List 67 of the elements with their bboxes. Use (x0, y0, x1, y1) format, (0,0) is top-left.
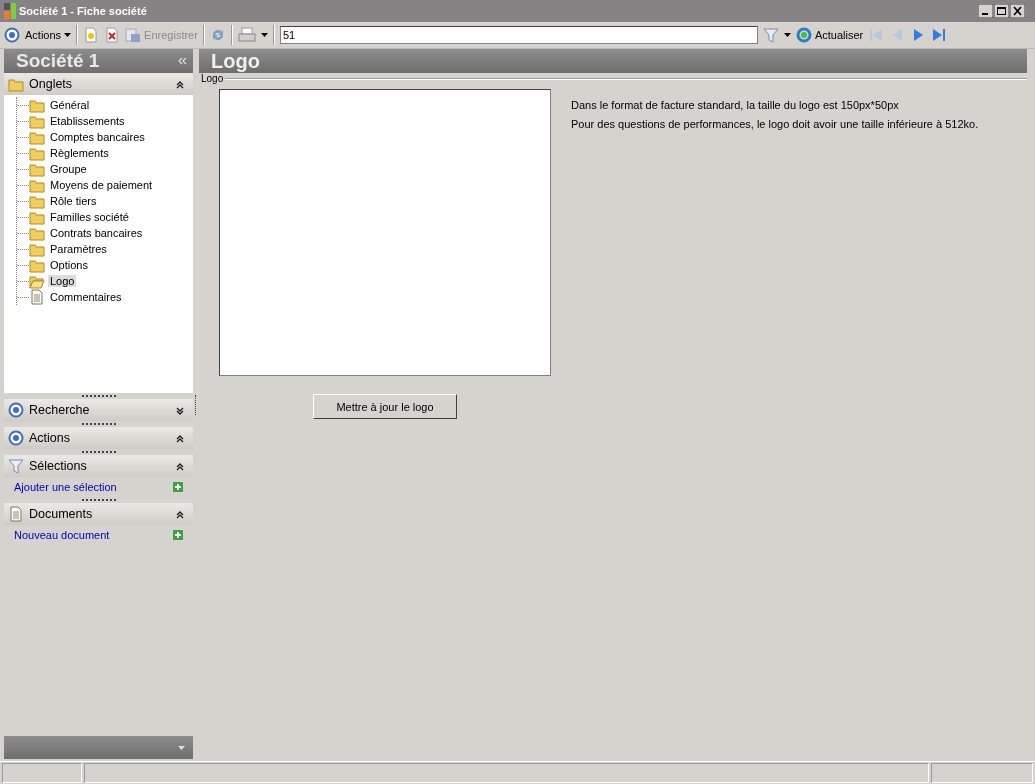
folder-icon (29, 177, 45, 193)
section-title: Recherche (29, 403, 91, 417)
tree-item[interactable]: Options (48, 259, 90, 271)
radio-icon (8, 430, 24, 446)
folder-icon (29, 225, 45, 241)
tree-item[interactable]: Moyens de paiement (48, 179, 155, 191)
add-icon[interactable] (173, 482, 183, 492)
tree-item[interactable]: Etablissements (48, 115, 127, 127)
folder-icon (29, 161, 45, 177)
app-icon (4, 3, 16, 19)
window-title: Société 1 - Fiche société (19, 5, 148, 17)
section-title: Documents (29, 507, 94, 521)
section-title: Sélections (29, 459, 88, 473)
info-text: Dans le format de facture standard, la taille du logo est 150px*50px (571, 99, 900, 111)
tree-item[interactable]: Rôle tiers (48, 195, 99, 207)
content-title: Logo (211, 49, 260, 73)
caret-icon (64, 33, 72, 37)
delete-document-icon[interactable] (104, 27, 121, 43)
caret-icon[interactable] (783, 33, 791, 37)
section-title: Actions (29, 431, 71, 445)
section-header[interactable]: Sélections (4, 455, 193, 477)
section-header[interactable]: Onglets (4, 73, 193, 95)
tree-item[interactable]: Contrats bancaires (48, 227, 145, 239)
folder-icon (29, 193, 45, 209)
folder-icon (29, 257, 45, 273)
document-icon (8, 506, 24, 522)
folder-icon (29, 129, 45, 145)
folder-icon (29, 145, 45, 161)
sidebar-title: Société 1 (16, 50, 100, 72)
last-record-button[interactable] (931, 27, 948, 43)
radio-icon (8, 402, 24, 418)
tree-item[interactable]: Familles société (48, 211, 131, 223)
tree-item[interactable]: Logo (48, 275, 77, 287)
actions-menu[interactable]: Actions (25, 29, 72, 41)
section-title: Onglets (29, 77, 74, 91)
folder-icon (29, 209, 45, 225)
maximize-button[interactable] (994, 4, 1009, 18)
add-icon[interactable] (173, 530, 183, 540)
tree-item[interactable]: Général (48, 99, 92, 111)
radio-icon[interactable] (4, 27, 20, 43)
caret-icon[interactable] (260, 33, 268, 37)
refresh-icon (795, 27, 812, 43)
refresh-button[interactable]: Actualiser (795, 27, 864, 43)
update-logo-button[interactable]: Mettre à jour le logo (313, 394, 457, 419)
close-button[interactable] (1010, 4, 1025, 18)
section-header[interactable]: Recherche (4, 399, 193, 421)
group-label: Logo (201, 73, 224, 84)
folder-icon (29, 97, 45, 113)
minimize-button[interactable] (978, 4, 993, 18)
open-folder-icon (29, 273, 45, 289)
tree-item[interactable]: Groupe (48, 163, 89, 175)
tree-item[interactable]: Règlements (48, 147, 111, 159)
save-icon (125, 27, 142, 43)
link[interactable]: Nouveau document (14, 529, 110, 541)
info-text: Pour des questions de performances, le logo doit avoir une taille inférieure à 512ko. (571, 118, 979, 130)
folder-icon (8, 76, 24, 92)
link[interactable]: Ajouter une sélection (14, 481, 117, 493)
tree-item[interactable]: Comptes bancaires (48, 131, 147, 143)
document-icon (29, 289, 45, 305)
section-header[interactable]: Documents (4, 503, 193, 525)
tree-item[interactable]: Paramètres (48, 243, 109, 255)
tree-item[interactable]: Commentaires (48, 291, 124, 303)
folder-icon (29, 113, 45, 129)
search-field[interactable]: 51 (279, 26, 758, 44)
filter-icon (8, 458, 24, 474)
section-header[interactable]: Actions (4, 427, 193, 449)
folder-icon (29, 241, 45, 257)
